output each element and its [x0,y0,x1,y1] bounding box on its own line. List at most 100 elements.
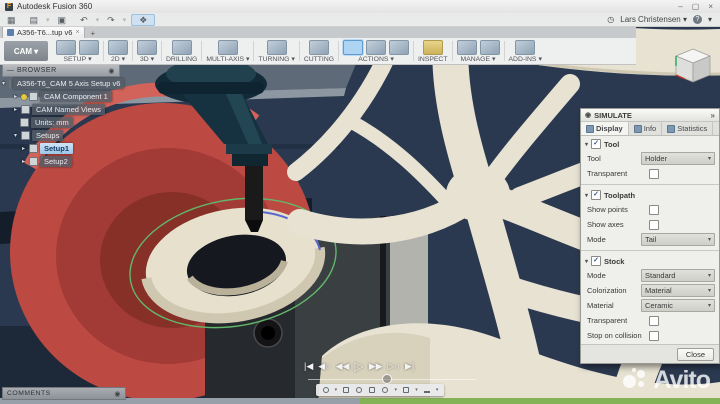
turning-icon[interactable] [267,40,287,55]
tool-mode-select[interactable]: Holder ▾ [641,152,715,165]
ribbon-menu-3d[interactable]: 3D▾ [140,55,154,63]
browser-options-icon[interactable]: ◉ [108,67,115,75]
task-manager-icon[interactable] [480,40,500,55]
zoom-window-icon[interactable] [381,386,389,394]
section-collapse-icon[interactable]: ▾ [585,141,588,148]
orbit-menu-arrow[interactable]: ▾ [335,387,338,393]
show-points-checkbox[interactable] [649,205,659,215]
2d-milling-icon[interactable] [108,40,128,55]
ribbon-menu-multi-axis[interactable]: MULTI-AXIS▾ [206,55,249,63]
stock-transparent-checkbox[interactable] [649,316,659,326]
expand-icon[interactable]: ▸ [12,93,19,100]
cutting-icon[interactable] [309,40,329,55]
multi-axis-icon[interactable] [218,40,238,55]
zoom-window-menu-arrow[interactable]: ▾ [395,387,398,393]
tab-close-icon[interactable]: × [75,29,79,36]
previous-operation-button[interactable]: ◀○ [318,359,330,373]
step-forward-button[interactable]: ▶▶ [369,359,383,373]
browser-collapse-icon[interactable]: — [7,67,15,74]
comments-panel[interactable]: COMMENTS ◉ [2,387,126,400]
3d-milling-icon[interactable] [137,40,157,55]
browser-item-setup1[interactable]: ▸ Setup1 [2,142,120,155]
workspace-switcher[interactable]: CAM▾ [4,41,48,61]
expand-icon[interactable]: ▸ [12,106,19,113]
minimize-button[interactable]: – [678,2,682,11]
pan-icon[interactable] [342,386,350,394]
browser-item-cam-component[interactable]: ▸ CAM Component 1 [2,90,120,103]
next-operation-button[interactable]: ▷○ [388,359,400,373]
stock-enabled-checkbox[interactable]: ✓ [591,256,601,266]
toolpath-enabled-checkbox[interactable]: ✓ [591,190,601,200]
simulation-timeline-track[interactable] [308,379,476,380]
ribbon-menu-manage[interactable]: MANAGE▾ [461,55,496,63]
browser-item-root[interactable]: ▾ A356-T6_CAM 5 Axis Setup v6 [2,77,120,90]
close-dialog-button[interactable]: Close [677,348,714,361]
ribbon-menu-2d[interactable]: 2D▾ [111,55,125,63]
ribbon-menu-setup[interactable]: SETUP▾ [63,55,91,63]
display-settings-icon[interactable] [402,386,410,394]
grid-snaps-menu-arrow[interactable]: ▾ [436,387,439,393]
ribbon-menu-inspect[interactable]: INSPECT [418,56,447,63]
go-to-beginning-button[interactable]: |◀ [304,359,313,373]
setup-sheet-icon[interactable] [389,40,409,55]
undo-arrow[interactable]: ▾ [96,16,100,24]
tool-library-icon[interactable] [457,40,477,55]
simulate-dialog-header[interactable]: ◉ SIMULATE » [581,109,719,122]
go-to-end-button[interactable]: ▶| [405,359,414,373]
post-process-icon[interactable] [366,40,386,55]
document-tab[interactable]: A356-T6...tup v6 × [2,26,85,38]
stop-on-collision-checkbox[interactable] [649,331,659,341]
dialog-expand-icon[interactable]: » [711,111,715,120]
user-account-menu[interactable]: Lars Christensen ▾ [620,15,687,24]
drilling-icon[interactable] [172,40,192,55]
expand-icon[interactable]: ▾ [2,80,5,87]
browser-item-setup2[interactable]: ▸ Setup2 [2,155,120,168]
tool-enabled-checkbox[interactable]: ✓ [591,139,601,149]
orbit-icon[interactable] [322,386,330,394]
file-menu-icon[interactable]: ▤ [23,14,46,26]
visibility-bulb-icon[interactable] [21,94,27,100]
data-panel-icon[interactable]: ▦ [0,14,23,26]
marking-menu-icon[interactable]: ❖ [131,14,155,26]
section-collapse-icon[interactable]: ▾ [585,258,588,265]
colorization-select[interactable]: Material ▾ [641,284,715,297]
browser-item-named-views[interactable]: ▸ CAM Named Views [2,103,120,116]
viewcube[interactable] [676,49,710,82]
file-menu-arrow[interactable]: ▾ [46,16,50,24]
tab-statistics[interactable]: Statistics [662,122,713,135]
ribbon-menu-drilling[interactable]: DRILLING [166,56,197,63]
material-select[interactable]: Ceramic ▾ [641,299,715,312]
simulate-icon[interactable] [343,40,363,55]
redo-icon[interactable]: ↷ [100,14,122,26]
undo-icon[interactable]: ↶ [73,14,95,26]
stock-mode-select[interactable]: Standard ▾ [641,269,715,282]
section-collapse-icon[interactable]: ▾ [585,192,588,199]
close-button[interactable]: × [708,2,713,11]
tab-info[interactable]: Info [629,122,663,135]
new-tab-button[interactable]: + [85,29,102,38]
ribbon-menu-cutting[interactable]: CUTTING [304,56,334,63]
expand-icon[interactable]: ▾ [12,132,19,139]
expand-icon[interactable]: ▸ [20,145,27,152]
ribbon-menu-actions[interactable]: ACTIONS▾ [358,55,394,63]
save-icon[interactable]: ▣ [51,14,74,26]
fit-icon[interactable] [368,386,376,394]
step-back-button[interactable]: ◀◀ [336,359,350,373]
tab-display[interactable]: Display [581,122,629,135]
help-menu-icon[interactable]: ? [693,15,702,24]
ribbon-menu-turning[interactable]: TURNING▾ [258,55,294,63]
new-folder-icon[interactable] [79,40,99,55]
browser-header[interactable]: — BROWSER ◉ [2,64,120,77]
redo-arrow[interactable]: ▾ [123,16,127,24]
job-status-icon[interactable]: ◷ [607,15,614,24]
comments-options-icon[interactable]: ◉ [114,390,121,398]
play-button[interactable]: ▷ [354,359,363,373]
browser-item-units[interactable]: Units: mm [2,116,120,129]
display-settings-menu-arrow[interactable]: ▾ [415,387,418,393]
grid-snaps-icon[interactable] [423,386,431,394]
toolpath-mode-select[interactable]: Tail ▾ [641,233,715,246]
expand-icon[interactable]: ▸ [20,158,27,165]
inspect-icon[interactable] [423,40,443,55]
show-axes-checkbox[interactable] [649,220,659,230]
browser-item-setups[interactable]: ▾ Setups [2,129,120,142]
